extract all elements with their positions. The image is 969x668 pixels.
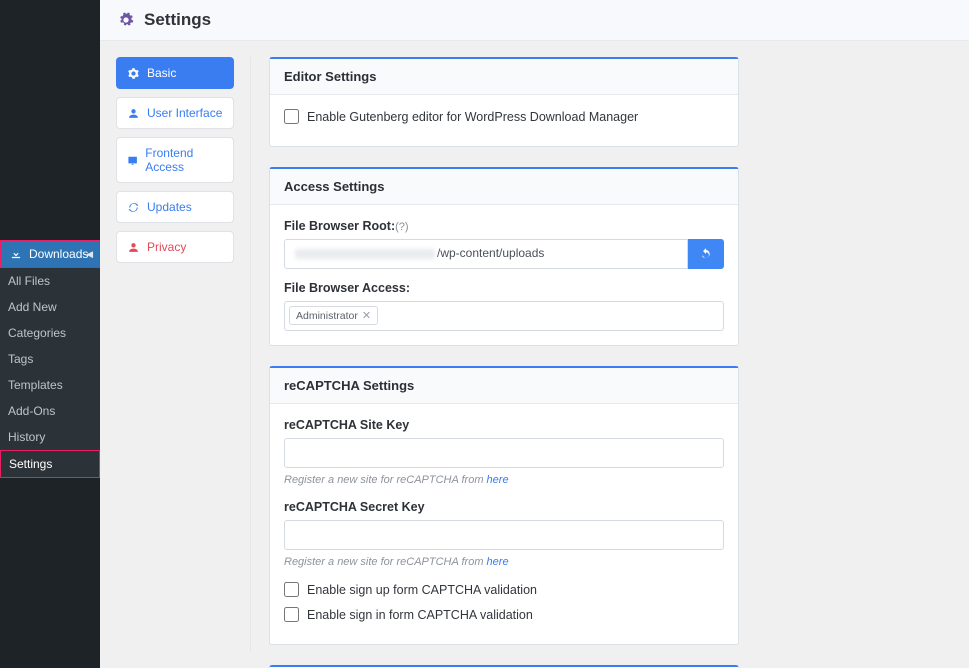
user-interface-icon xyxy=(127,107,140,120)
refresh-button[interactable] xyxy=(688,239,724,269)
page-header: Settings xyxy=(100,0,969,41)
gear-icon xyxy=(118,12,134,28)
enable-signin-captcha-checkbox[interactable] xyxy=(284,607,299,622)
recaptcha-register-link[interactable]: here xyxy=(487,474,509,486)
tab-label: User Interface xyxy=(147,106,222,120)
sidebar-item-templates[interactable]: Templates xyxy=(0,372,100,398)
file-browser-root-input[interactable]: /wp-content/uploads xyxy=(284,239,688,269)
sidebar-item-all-files[interactable]: All Files xyxy=(0,268,100,294)
page-title: Settings xyxy=(144,10,211,30)
sidebar-item-add-ons[interactable]: Add-Ons xyxy=(0,398,100,424)
checkbox-label: Enable sign up form CAPTCHA validation xyxy=(307,583,537,597)
redacted-path-prefix xyxy=(295,249,435,259)
file-browser-access-input[interactable]: Administrator ✕ xyxy=(284,301,724,331)
recaptcha-site-key-label: reCAPTCHA Site Key xyxy=(284,418,724,432)
enable-signin-captcha-row[interactable]: Enable sign in form CAPTCHA validation xyxy=(284,607,724,622)
file-browser-root-value: /wp-content/uploads xyxy=(437,246,544,260)
tab-label: Privacy xyxy=(147,240,186,254)
panel-heading: Editor Settings xyxy=(270,59,738,95)
file-browser-access-label: File Browser Access: xyxy=(284,281,724,295)
settings-panels: Editor Settings Enable Gutenberg editor … xyxy=(269,57,739,652)
enable-gutenberg-checkbox-row[interactable]: Enable Gutenberg editor for WordPress Do… xyxy=(284,109,724,124)
user-icon xyxy=(127,241,140,254)
gear-icon xyxy=(127,67,140,80)
refresh-icon xyxy=(127,201,140,214)
sidebar-menu-label: Downloads xyxy=(29,247,88,261)
settings-content: Basic User Interface Frontend Access Upd… xyxy=(100,41,969,668)
recaptcha-site-key-helper: Register a new site for reCAPTCHA from h… xyxy=(284,474,724,486)
monitor-icon xyxy=(127,154,138,167)
recaptcha-register-link[interactable]: here xyxy=(487,556,509,568)
panel-heading: Access Settings xyxy=(270,169,738,205)
recaptcha-secret-key-input[interactable] xyxy=(284,520,724,550)
checkbox-label: Enable Gutenberg editor for WordPress Do… xyxy=(307,110,638,124)
tab-privacy[interactable]: Privacy xyxy=(116,231,234,263)
checkbox-label: Enable sign in form CAPTCHA validation xyxy=(307,608,533,622)
sidebar-item-history[interactable]: History xyxy=(0,424,100,450)
enable-gutenberg-checkbox[interactable] xyxy=(284,109,299,124)
tab-frontend-access[interactable]: Frontend Access xyxy=(116,137,234,183)
recaptcha-site-key-input[interactable] xyxy=(284,438,724,468)
sidebar-spacer xyxy=(0,0,100,240)
tab-label: Updates xyxy=(147,200,192,214)
panel-heading: reCAPTCHA Settings xyxy=(270,368,738,404)
sidebar-item-settings[interactable]: Settings xyxy=(0,450,100,478)
tab-label: Basic xyxy=(147,66,176,80)
admin-sidebar: Downloads ◀ All Files Add New Categories… xyxy=(0,0,100,668)
role-tag-label: Administrator xyxy=(296,310,358,322)
tab-user-interface[interactable]: User Interface xyxy=(116,97,234,129)
settings-tabs: Basic User Interface Frontend Access Upd… xyxy=(116,57,251,652)
role-tag-administrator: Administrator ✕ xyxy=(289,306,378,325)
recaptcha-secret-key-label: reCAPTCHA Secret Key xyxy=(284,500,724,514)
sidebar-item-add-new[interactable]: Add New xyxy=(0,294,100,320)
sidebar-menu-downloads[interactable]: Downloads ◀ xyxy=(0,240,100,268)
chevron-left-icon: ◀ xyxy=(86,249,93,260)
tab-updates[interactable]: Updates xyxy=(116,191,234,223)
enable-signup-captcha-checkbox[interactable] xyxy=(284,582,299,597)
sidebar-item-tags[interactable]: Tags xyxy=(0,346,100,372)
help-hint[interactable]: (?) xyxy=(395,221,408,233)
reload-icon xyxy=(699,247,713,261)
main-content: Settings Basic User Interface Frontend A… xyxy=(100,0,969,668)
sidebar-submenu: All Files Add New Categories Tags Templa… xyxy=(0,268,100,478)
enable-signup-captcha-row[interactable]: Enable sign up form CAPTCHA validation xyxy=(284,582,724,597)
remove-tag-icon[interactable]: ✕ xyxy=(362,309,371,322)
download-icon xyxy=(9,247,23,261)
sidebar-item-categories[interactable]: Categories xyxy=(0,320,100,346)
recaptcha-settings-panel: reCAPTCHA Settings reCAPTCHA Site Key Re… xyxy=(269,366,739,645)
file-browser-root-row: /wp-content/uploads xyxy=(284,239,724,269)
tab-basic[interactable]: Basic xyxy=(116,57,234,89)
tab-label: Frontend Access xyxy=(145,146,223,174)
access-settings-panel: Access Settings File Browser Root:(?) /w… xyxy=(269,167,739,346)
editor-settings-panel: Editor Settings Enable Gutenberg editor … xyxy=(269,57,739,147)
file-browser-root-label: File Browser Root:(?) xyxy=(284,219,724,233)
recaptcha-secret-key-helper: Register a new site for reCAPTCHA from h… xyxy=(284,556,724,568)
